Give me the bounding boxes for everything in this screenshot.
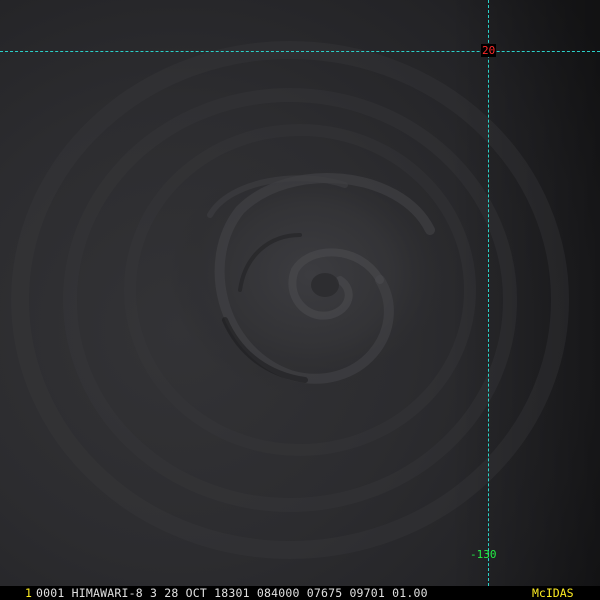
satellite-image [0, 0, 600, 600]
latitude-label: 20 [481, 44, 497, 57]
image-metadata-text: 0001 HIMAWARI-8 3 28 OCT 18301 084000 07… [36, 586, 428, 600]
brand-label: McIDAS [532, 586, 574, 600]
longitude-label: -130 [470, 548, 497, 561]
longitude-grid-line [488, 0, 489, 586]
frame-number: 1 [25, 586, 32, 600]
satellite-viewer: 20 -130 1 0001 HIMAWARI-8 3 28 OCT 18301… [0, 0, 600, 600]
latitude-grid-line [0, 51, 600, 52]
status-bar: 1 0001 HIMAWARI-8 3 28 OCT 18301 084000 … [0, 586, 600, 600]
